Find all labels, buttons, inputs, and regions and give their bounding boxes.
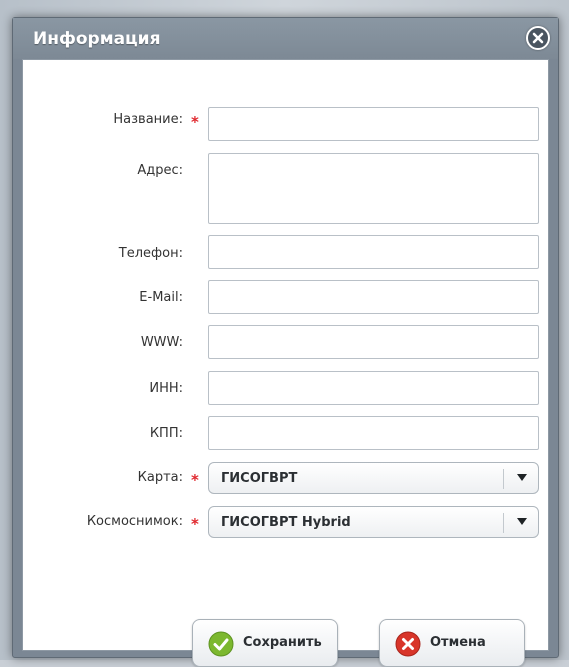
dialog-body: Название: * Адрес: Телефон: E-Mail: WWW:… — [22, 59, 549, 667]
info-dialog: Информация Название: * Адрес: Телефон: E… — [12, 17, 559, 667]
satellite-required-mark: * — [191, 515, 199, 533]
email-label: E-Mail: — [139, 290, 183, 305]
cancel-button-label: Отмена — [430, 635, 486, 650]
satellite-select[interactable]: ГИСОГВРТ Hybrid — [208, 506, 539, 538]
map-label-wrap: Карта: — [23, 470, 183, 490]
email-label-wrap: E-Mail: — [23, 290, 183, 310]
close-icon — [532, 32, 544, 44]
www-field[interactable] — [208, 325, 539, 359]
map-required-mark: * — [191, 471, 199, 489]
map-select-value: ГИСОГВРТ — [221, 471, 298, 486]
name-label-wrap: Название: — [23, 112, 183, 132]
address-field[interactable] — [208, 153, 539, 224]
phone-label-wrap: Телефон: — [23, 246, 183, 266]
www-label: WWW: — [140, 335, 183, 350]
address-label-wrap: Адрес: — [23, 163, 183, 183]
phone-field[interactable] — [208, 235, 539, 269]
close-button[interactable] — [526, 26, 550, 50]
save-button-label: Сохранить — [243, 635, 322, 650]
satellite-select-divider — [503, 513, 504, 533]
inn-label: ИНН: — [149, 381, 183, 396]
kpp-label-wrap: КПП: — [23, 426, 183, 446]
kpp-field[interactable] — [208, 416, 539, 450]
name-label: Название: — [113, 112, 183, 127]
name-field[interactable] — [208, 107, 539, 141]
dialog-titlebar[interactable]: Информация — [13, 18, 558, 59]
map-label: Карта: — [137, 470, 183, 485]
chevron-down-icon[interactable] — [517, 518, 527, 526]
kpp-label: КПП: — [149, 426, 183, 441]
dialog-title: Информация — [33, 29, 161, 49]
phone-label: Телефон: — [118, 246, 183, 261]
checkmark-icon — [208, 631, 234, 657]
map-select[interactable]: ГИСОГВРТ — [208, 462, 539, 494]
satellite-label-wrap: Космоснимок: — [23, 514, 183, 534]
satellite-label: Космоснимок: — [86, 514, 183, 529]
name-required-mark: * — [191, 113, 199, 131]
chevron-down-icon[interactable] — [517, 474, 527, 482]
map-select-divider — [503, 469, 504, 489]
inn-label-wrap: ИНН: — [23, 381, 183, 401]
satellite-select-value: ГИСОГВРТ Hybrid — [221, 515, 351, 530]
cancel-icon — [395, 631, 421, 657]
inn-field[interactable] — [208, 371, 539, 405]
email-field[interactable] — [208, 280, 539, 314]
address-label: Адрес: — [137, 163, 183, 178]
www-label-wrap: WWW: — [23, 335, 183, 355]
